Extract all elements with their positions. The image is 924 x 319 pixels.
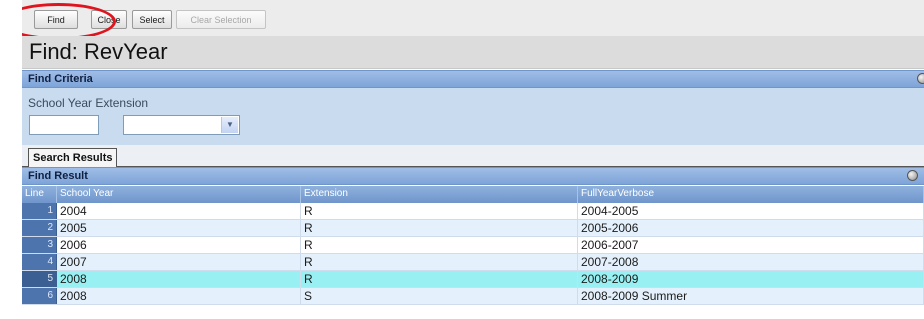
full-year-cell[interactable]: 2008-2009 Summer [578, 288, 924, 304]
full-year-cell[interactable]: 2004-2005 [578, 203, 924, 219]
criteria-panel: School Year Extension ▼ [22, 88, 924, 145]
extension-cell[interactable]: R [301, 203, 578, 219]
table-row[interactable]: 3 2006 R 2006-2007 [22, 237, 924, 254]
extension-cell[interactable]: S [301, 288, 578, 304]
find-result-header[interactable]: Find Result [22, 167, 924, 185]
full-year-cell[interactable]: 2008-2009 [578, 271, 924, 287]
table-row[interactable]: 1 2004 R 2004-2005 [22, 203, 924, 220]
collapse-circle-icon[interactable] [917, 73, 924, 84]
find-button[interactable]: Find [34, 10, 78, 29]
close-button[interactable]: Close [91, 10, 127, 29]
find-criteria-header[interactable]: Find Criteria [22, 70, 924, 88]
find-result-label: Find Result [28, 170, 88, 182]
select-button[interactable]: Select [132, 10, 172, 29]
school-year-cell[interactable]: 2007 [57, 254, 301, 270]
extension-cell[interactable]: R [301, 254, 578, 270]
grid-header: Line School Year Extension FullYearVerbo… [22, 186, 924, 203]
school-year-cell[interactable]: 2005 [57, 220, 301, 236]
extension-cell[interactable]: R [301, 237, 578, 253]
column-header-school-year[interactable]: School Year [57, 186, 301, 203]
extension-select[interactable]: ▼ [123, 115, 240, 135]
row-line-number[interactable]: 3 [22, 237, 57, 253]
school-year-cell[interactable]: 2008 [57, 288, 301, 304]
school-year-cell[interactable]: 2004 [57, 203, 301, 219]
page-title: Find: RevYear [29, 39, 168, 64]
dropdown-arrow-icon[interactable]: ▼ [221, 117, 238, 133]
page-title-bar: Find: RevYear [22, 36, 924, 69]
row-line-number[interactable]: 4 [22, 254, 57, 270]
extension-cell[interactable]: R [301, 271, 578, 287]
tab-search-results[interactable]: Search Results [28, 148, 118, 167]
row-line-number[interactable]: 6 [22, 288, 57, 304]
tabs-bar: Search Results [22, 145, 924, 168]
find-criteria-label: Find Criteria [28, 73, 93, 85]
row-line-number[interactable]: 1 [22, 203, 57, 219]
school-year-cell[interactable]: 2006 [57, 237, 301, 253]
table-row[interactable]: 4 2007 R 2007-2008 [22, 254, 924, 271]
table-row-selected[interactable]: 5 2008 R 2008-2009 [22, 271, 924, 288]
school-year-cell[interactable]: 2008 [57, 271, 301, 287]
table-row[interactable]: 6 2008 S 2008-2009 Summer [22, 288, 924, 305]
toolbar: Find Close Select Clear Selection [22, 0, 924, 40]
collapse-circle-icon[interactable] [907, 170, 918, 181]
full-year-cell[interactable]: 2005-2006 [578, 220, 924, 236]
row-line-number[interactable]: 2 [22, 220, 57, 236]
table-row[interactable]: 2 2005 R 2005-2006 [22, 220, 924, 237]
full-year-cell[interactable]: 2006-2007 [578, 237, 924, 253]
row-line-number[interactable]: 5 [22, 271, 57, 287]
full-year-cell[interactable]: 2007-2008 [578, 254, 924, 270]
school-year-input[interactable] [29, 115, 99, 135]
column-header-extension[interactable]: Extension [301, 186, 578, 203]
school-year-extension-label: School Year Extension [28, 96, 149, 110]
find-window: Find Close Select Clear Selection Find: … [22, 0, 924, 319]
column-header-full-year[interactable]: FullYearVerbose [578, 186, 924, 203]
column-header-line[interactable]: Line [22, 186, 57, 203]
clear-selection-button[interactable]: Clear Selection [176, 10, 266, 29]
extension-cell[interactable]: R [301, 220, 578, 236]
